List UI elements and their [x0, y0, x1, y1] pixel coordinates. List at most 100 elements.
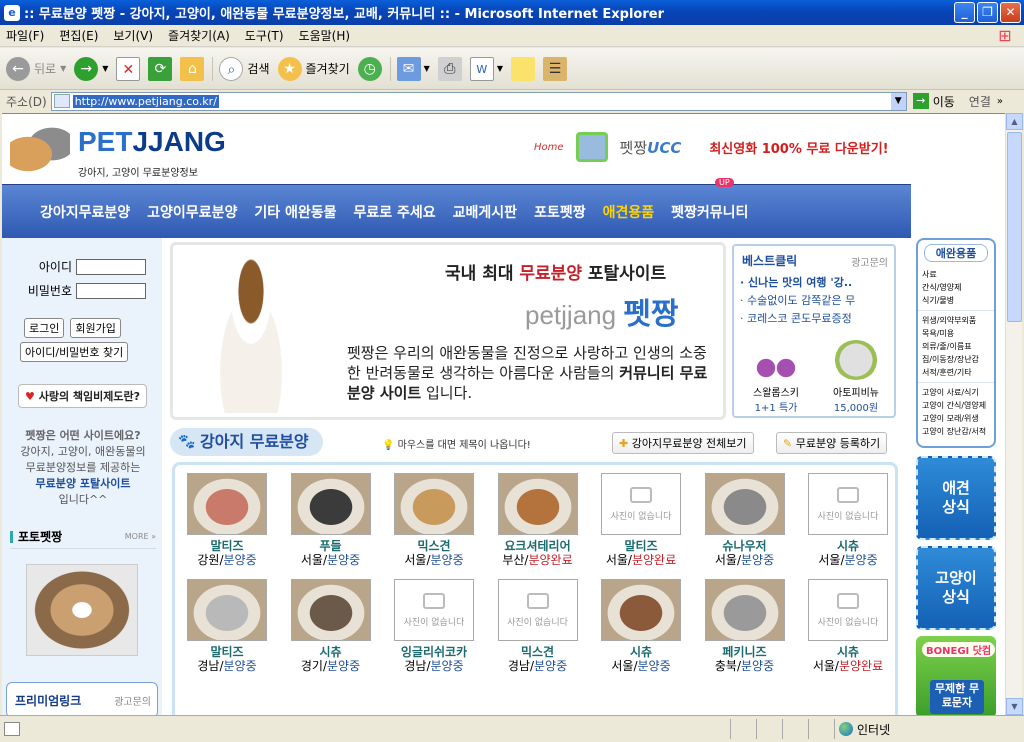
dog-breed[interactable]: 믹스견: [386, 539, 482, 553]
dog-listing-card[interactable]: 사진이 없습니다 시츄 서울/분양완료: [800, 579, 896, 673]
nav-photo[interactable]: 포토펫짱: [534, 202, 586, 222]
forward-dropdown-icon[interactable]: ▼: [102, 64, 108, 73]
best-item[interactable]: · 신나는 맛의 여행 '강..: [740, 274, 855, 292]
dog-listing-card[interactable]: 사진이 없습니다 믹스견 경남/분양중: [490, 579, 586, 673]
no-photo-placeholder[interactable]: 사진이 없습니다: [808, 473, 888, 535]
history-button[interactable]: ◷: [357, 56, 382, 81]
close-button[interactable]: ✕: [1000, 2, 1021, 23]
home-link[interactable]: Home: [534, 142, 564, 153]
ucc-link[interactable]: 펫짱UCC: [620, 137, 682, 158]
product-atopy-soap[interactable]: 아토피비뉴 15,000원: [820, 340, 892, 414]
login-button[interactable]: 로그인: [24, 318, 65, 338]
dog-photo[interactable]: [290, 473, 371, 535]
refresh-button[interactable]: ⟳: [148, 56, 173, 81]
dog-breed[interactable]: 잉글리쉬코카: [386, 645, 482, 659]
supplies-category-link[interactable]: 식기/물병: [922, 294, 994, 307]
notes-button[interactable]: [510, 56, 535, 81]
menu-help[interactable]: 도움말(H): [299, 27, 351, 44]
address-dropdown-icon[interactable]: ▼: [890, 92, 906, 110]
supplies-category-link[interactable]: 서적/훈련/기타: [922, 366, 994, 379]
best-item[interactable]: · 수술없이도 감쪽같은 무: [740, 292, 855, 310]
dog-listing-card[interactable]: 사진이 없습니다 시츄 서울/분양중: [800, 473, 896, 567]
supplies-category-link[interactable]: 의류/줄/이름표: [922, 340, 994, 353]
dog-breed[interactable]: 시츄: [800, 645, 896, 659]
more-link[interactable]: MORE »: [125, 532, 156, 541]
supplies-category-link[interactable]: 목욕/미용: [922, 327, 994, 340]
supplies-category-link[interactable]: 간식/영양제: [922, 281, 994, 294]
dog-photo[interactable]: [394, 473, 474, 535]
premium-ad-link[interactable]: 광고문의: [114, 693, 151, 708]
dog-knowledge-tile[interactable]: 애견 상식: [916, 456, 996, 540]
dog-breed[interactable]: 말티즈: [593, 539, 689, 553]
register-button[interactable]: ✎ 무료분양 등록하기: [776, 432, 888, 454]
movie-promo-link[interactable]: 최신영화 100% 무료 다운받기!: [709, 138, 888, 157]
supplies-category-link[interactable]: 고양이 장난감/서적: [922, 425, 994, 438]
dog-listing-card[interactable]: 요크셔테리어 부산/분양완료: [490, 473, 586, 567]
edit-button[interactable]: W ▼: [469, 56, 503, 81]
dog-listing-card[interactable]: 시츄 경기/분양중: [283, 579, 379, 673]
scroll-down-icon[interactable]: ▼: [1006, 698, 1023, 715]
address-input[interactable]: http://www.petjiang.co.kr/ ▼: [50, 91, 907, 111]
nav-breeding-board[interactable]: 교배게시판: [453, 202, 517, 222]
dog-breed[interactable]: 페키니즈: [697, 645, 793, 659]
dog-breed[interactable]: 푸들: [283, 539, 379, 553]
dog-photo[interactable]: [704, 579, 785, 641]
dog-photo[interactable]: [497, 473, 578, 535]
join-button[interactable]: 회원가입: [70, 318, 121, 338]
maximize-button[interactable]: ❐: [977, 2, 998, 23]
dog-breed[interactable]: 요크셔테리어: [490, 539, 586, 553]
dog-listing-card[interactable]: 슈나우저 서울/분양중: [697, 473, 793, 567]
supplies-category-link[interactable]: 고양이 간식/영양제: [922, 399, 994, 412]
best-ad-link[interactable]: 광고문의: [851, 254, 888, 269]
menu-favorites[interactable]: 즐겨찾기(A): [168, 27, 230, 44]
dog-listing-card[interactable]: 말티즈 경남/분양중: [179, 579, 275, 673]
dog-photo[interactable]: [704, 473, 785, 535]
nav-pet-supplies[interactable]: 애견용품: [603, 202, 655, 222]
menu-tools[interactable]: 도구(T): [245, 27, 284, 44]
back-button[interactable]: ← 뒤로 ▼: [6, 56, 66, 81]
dog-listing-card[interactable]: 사진이 없습니다 말티즈 서울/분양완료: [593, 473, 689, 567]
nav-dog-adoption[interactable]: 강아지무료분양: [40, 202, 130, 222]
nav-cat-adoption[interactable]: 고양이무료분양: [147, 202, 237, 222]
home-button[interactable]: ⌂: [180, 56, 205, 81]
dog-photo[interactable]: [601, 579, 681, 641]
address-url[interactable]: http://www.petjiang.co.kr/: [72, 94, 219, 108]
supplies-category-link[interactable]: 고양이 모래/위생: [922, 412, 994, 425]
supplies-category-link[interactable]: 집/이동장/장난감: [922, 353, 994, 366]
dog-listing-card[interactable]: 시츄 서울/분양중: [593, 579, 689, 673]
dog-breed[interactable]: 믹스견: [490, 645, 586, 659]
dog-breed[interactable]: 시츄: [800, 539, 896, 553]
dog-breed[interactable]: 슈나우저: [697, 539, 793, 553]
nav-other-pets[interactable]: 기타 애완동물: [254, 202, 336, 222]
chevron-right-icon[interactable]: »: [997, 96, 1003, 107]
view-all-button[interactable]: ✚ 강아지무료분양 전체보기: [612, 432, 754, 454]
product-swarovski[interactable]: 스왈롭스키 1+1 특가: [740, 340, 812, 414]
no-photo-placeholder[interactable]: 사진이 없습니다: [601, 473, 681, 535]
go-button[interactable]: → 이동: [912, 93, 955, 110]
menu-view[interactable]: 보기(V): [113, 27, 153, 44]
minimize-button[interactable]: _: [954, 2, 975, 23]
find-account-button[interactable]: 아이디/비밀번호 찾기: [20, 342, 129, 362]
best-item[interactable]: · 코레스코 콘도무료증정: [740, 310, 855, 328]
id-input[interactable]: [76, 258, 146, 275]
dog-breed[interactable]: 시츄: [593, 645, 689, 659]
nav-community[interactable]: 펫짱커뮤니티: [671, 202, 748, 222]
mail-dropdown-icon[interactable]: ▼: [424, 64, 430, 73]
menu-edit[interactable]: 편집(E): [59, 27, 98, 44]
no-photo-placeholder[interactable]: 사진이 없습니다: [497, 579, 578, 641]
scroll-thumb[interactable]: [1007, 132, 1022, 322]
dog-photo[interactable]: [187, 473, 267, 535]
photo-thumbnail[interactable]: [26, 564, 138, 656]
no-photo-placeholder[interactable]: 사진이 없습니다: [394, 579, 474, 641]
dog-listing-card[interactable]: 믹스견 서울/분양중: [386, 473, 482, 567]
stop-button[interactable]: ✕: [116, 56, 141, 81]
dog-listing-card[interactable]: 말티즈 강원/분양중: [179, 473, 275, 567]
print-button[interactable]: ⎙: [437, 56, 462, 81]
dog-photo[interactable]: [187, 579, 267, 641]
site-logo[interactable]: PETJJANG 강아지, 고양이 무료분양정보: [8, 120, 226, 180]
mail-button[interactable]: ✉ ▼: [389, 56, 430, 81]
responsibility-fee-button[interactable]: ♥ 사랑의 책임비제도란?: [18, 384, 148, 408]
supplies-category-link[interactable]: 고양이 사료/식기: [922, 386, 994, 399]
edit-dropdown-icon[interactable]: ▼: [497, 64, 503, 73]
research-button[interactable]: ☰: [542, 56, 567, 81]
